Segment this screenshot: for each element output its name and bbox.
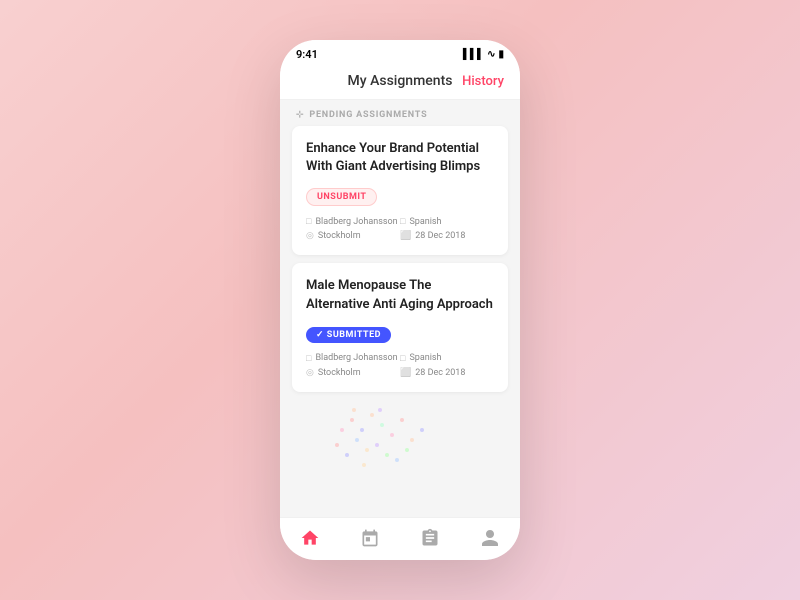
language-icon-2: □ [400,353,405,364]
header: My Assignments History [280,65,520,100]
card-1-date: ⬜ 28 Dec 2018 [400,231,494,241]
card-1-language: □ Spanish [400,216,494,227]
nav-calendar[interactable] [360,528,380,548]
card-1-location: ◎ Stockholm [306,231,400,241]
phone-container: 9:41 ▌▌▌ ∿ ▮ My Assignments History ⊹ PE… [280,40,520,560]
submitted-badge[interactable]: SUBMITTED [306,327,391,343]
history-tab[interactable]: History [462,74,504,89]
card-2-language: □ Spanish [400,353,494,364]
battery-icon: ▮ [498,49,504,60]
card-2-location: ◎ Stockholm [306,368,400,378]
header-title: My Assignments [348,73,453,89]
card-2-title: Male Menopause The Alternative Anti Agin… [306,277,494,313]
pin-icon: ⊹ [296,110,304,120]
card-1-meta: □ Bladberg Johansson □ Spanish ◎ Stockho… [306,216,494,241]
nav-home[interactable] [300,528,320,548]
section-label: ⊹ PENDING ASSIGNMENTS [280,100,520,126]
status-bar: 9:41 ▌▌▌ ∿ ▮ [280,40,520,65]
unsubmit-badge[interactable]: UNSUBMIT [306,188,377,206]
time: 9:41 [296,48,318,61]
calendar-icon: ⬜ [400,231,411,241]
card-1-title: Enhance Your Brand Potential With Giant … [306,140,494,176]
assignment-card-2[interactable]: Male Menopause The Alternative Anti Agin… [292,263,508,391]
card-2-meta: □ Bladberg Johansson □ Spanish ◎ Stockho… [306,353,494,378]
signal-icon: ▌▌▌ [463,49,484,60]
language-icon: □ [400,216,405,227]
calendar-icon-2: ⬜ [400,368,411,378]
status-icons: ▌▌▌ ∿ ▮ [463,49,504,60]
bottom-nav [280,517,520,560]
person-icon: □ [306,216,311,227]
wifi-icon: ∿ [487,49,495,60]
nav-clipboard[interactable] [420,528,440,548]
card-2-date: ⬜ 28 Dec 2018 [400,368,494,378]
dots-decoration [292,400,508,480]
nav-profile[interactable] [480,528,500,548]
location-icon-2: ◎ [306,368,314,378]
content-area: ⊹ PENDING ASSIGNMENTS Enhance Your Brand… [280,100,520,517]
location-icon: ◎ [306,231,314,241]
person-icon-2: □ [306,353,311,364]
card-2-author: □ Bladberg Johansson [306,353,400,364]
card-1-author: □ Bladberg Johansson [306,216,400,227]
assignment-card-1[interactable]: Enhance Your Brand Potential With Giant … [292,126,508,255]
